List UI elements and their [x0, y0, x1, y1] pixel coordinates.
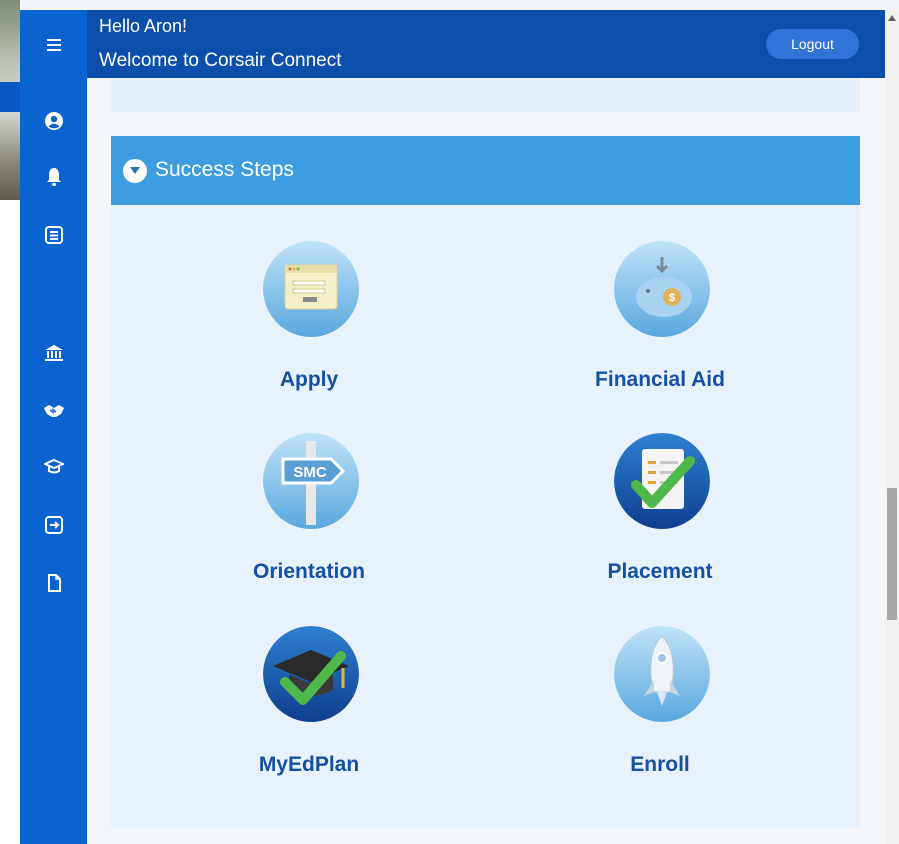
handshake-icon[interactable] — [20, 394, 87, 428]
step-label: Apply — [279, 368, 339, 391]
user-icon[interactable] — [20, 104, 87, 138]
step-label: Orientation — [252, 560, 365, 583]
application-form-icon — [263, 241, 359, 337]
scroll-up-arrow-icon[interactable] — [885, 10, 899, 26]
file-icon[interactable] — [20, 566, 87, 600]
app-root: Hello Aron! Welcome to Corsair Connect L… — [0, 0, 899, 844]
previous-card — [111, 78, 860, 112]
scrollbar-track[interactable] — [885, 10, 899, 844]
step-enroll[interactable]: Enroll — [540, 626, 780, 806]
step-label: Enroll — [630, 753, 690, 776]
svg-text:$: $ — [669, 292, 675, 304]
bell-icon[interactable] — [20, 160, 87, 194]
main-content: Success Steps Apply $ Financial Aid SMC … — [87, 78, 885, 844]
step-apply[interactable]: Apply — [189, 241, 429, 421]
list-icon[interactable] — [20, 218, 87, 252]
panel-title: Success Steps — [155, 158, 294, 181]
graduation-cap-check-icon — [263, 626, 359, 722]
success-steps-header[interactable]: Success Steps — [111, 136, 860, 205]
step-label: Financial Aid — [595, 368, 725, 391]
chevron-down-icon[interactable] — [123, 159, 147, 183]
bank-icon[interactable] — [20, 336, 87, 370]
scrollbar-thumb[interactable] — [887, 488, 897, 620]
background-bar — [0, 82, 20, 112]
rocket-icon — [614, 626, 710, 722]
logout-button[interactable]: Logout — [766, 29, 859, 59]
background-strip — [0, 0, 20, 844]
menu-icon[interactable] — [20, 28, 87, 62]
sidebar — [20, 10, 87, 844]
checklist-icon — [614, 433, 710, 529]
step-orientation[interactable]: SMC Orientation — [189, 433, 429, 613]
step-label: MyEdPlan — [258, 753, 360, 776]
sign-text: SMC — [293, 464, 327, 481]
smc-signpost-icon: SMC — [263, 433, 359, 529]
greeting-text: Hello Aron! — [99, 16, 188, 36]
graduation-cap-icon[interactable] — [20, 450, 87, 484]
sign-out-icon[interactable] — [20, 508, 87, 542]
step-myedplan[interactable]: MyEdPlan — [189, 626, 429, 806]
success-steps-panel: Success Steps Apply $ Financial Aid SMC … — [111, 136, 860, 828]
welcome-text: Welcome to Corsair Connect — [99, 50, 342, 71]
step-placement[interactable]: Placement — [540, 433, 780, 613]
piggy-bank-icon: $ — [614, 241, 710, 337]
step-label: Placement — [607, 560, 713, 583]
app-header: Hello Aron! Welcome to Corsair Connect L… — [87, 10, 885, 78]
step-financial-aid[interactable]: $ Financial Aid — [540, 241, 780, 421]
